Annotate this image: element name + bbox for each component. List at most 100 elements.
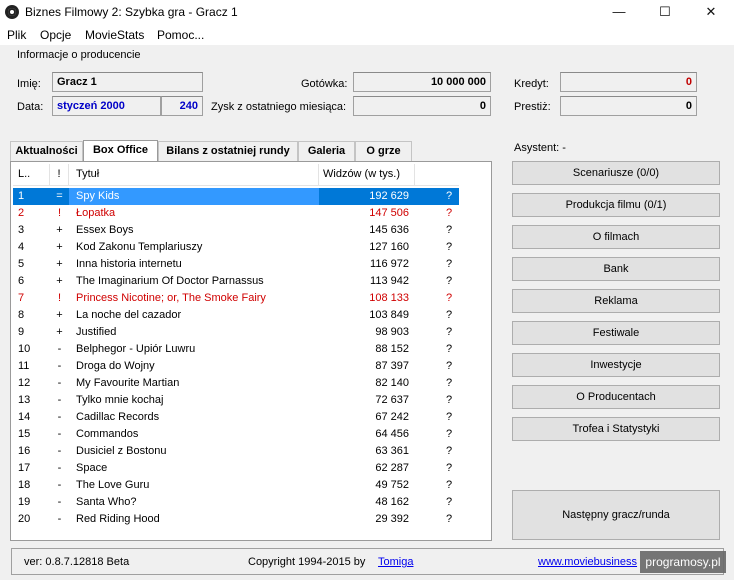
row-number: 18 xyxy=(18,479,31,491)
menu-plik[interactable]: Plik xyxy=(7,28,26,42)
festivals-button[interactable]: Festiwale xyxy=(512,321,720,345)
tab-galeria[interactable]: Galeria xyxy=(298,141,355,161)
row-number: 14 xyxy=(18,411,31,423)
table-row[interactable]: 10 - Belphegor - Upiór Luwru 88 152? xyxy=(13,341,459,358)
menu-moviestats[interactable]: MovieStats xyxy=(85,28,144,42)
about-films-button[interactable]: O filmach xyxy=(512,225,720,249)
table-row[interactable]: 19 - Santa Who? 48 162? xyxy=(13,494,459,511)
film-title: Tylko mnie kochaj xyxy=(76,394,164,406)
tab-aktualnosci[interactable]: Aktualności xyxy=(10,141,83,161)
viewers-count: 72 637 xyxy=(375,394,409,406)
film-title: Essex Boys xyxy=(76,224,134,236)
investments-button[interactable]: Inwestycje xyxy=(512,353,720,377)
table-row[interactable]: 8 + La noche del cazador 103 849? xyxy=(13,307,459,324)
row-number: 7 xyxy=(18,292,25,304)
table-row[interactable]: 11 - Droga do Wojny 87 397? xyxy=(13,358,459,375)
row-number: 5 xyxy=(18,258,25,270)
viewers-count: 48 162 xyxy=(375,496,409,508)
prestige-field: 0 xyxy=(560,96,697,116)
row-number: 11 xyxy=(18,360,30,372)
info-marker: ? xyxy=(445,343,453,355)
next-player-button[interactable]: Następny gracz/runda xyxy=(512,490,720,540)
assistant-label: Asystent: - xyxy=(514,142,566,154)
trend-marker: - xyxy=(57,496,62,508)
tab-o-grze[interactable]: O grze xyxy=(355,141,412,161)
about-producers-button[interactable]: O Producentach xyxy=(512,385,720,409)
trend-marker: ! xyxy=(57,207,62,219)
viewers-count: 116 972 xyxy=(370,258,409,270)
close-button[interactable]: ✕ xyxy=(688,0,734,25)
box-office-table[interactable]: L.. ! Tytuł Widzów (w tys.) 1 = Spy Kids 19… xyxy=(13,164,459,534)
table-row[interactable]: 4 + Kod Zakonu Templariuszy 127 160? xyxy=(13,239,459,256)
table-row[interactable]: 1 = Spy Kids 192 629? xyxy=(13,188,459,205)
column-header-info[interactable] xyxy=(415,164,459,186)
film-title: Droga do Wojny xyxy=(76,360,155,372)
menu-pomoc[interactable]: Pomoc... xyxy=(157,28,204,42)
scripts-button[interactable]: Scenariusze (0/0) xyxy=(512,161,720,185)
film-title: The Imaginarium Of Doctor Parnassus xyxy=(76,275,264,287)
viewers-count: 49 752 xyxy=(375,479,409,491)
row-number: 20 xyxy=(18,513,31,525)
info-marker: ? xyxy=(445,292,453,304)
column-header-views[interactable]: Widzów (w tys.) xyxy=(319,164,415,186)
trend-marker: - xyxy=(57,428,62,440)
viewers-count: 67 242 xyxy=(375,411,409,423)
info-marker: ? xyxy=(445,411,453,423)
film-title: Space xyxy=(76,462,108,474)
trend-marker: - xyxy=(57,445,62,457)
info-marker: ? xyxy=(445,445,453,457)
row-number: 15 xyxy=(18,428,31,440)
film-title: Kod Zakonu Templariuszy xyxy=(76,241,203,253)
film-title: Inna historia internetu xyxy=(76,258,182,270)
film-production-button[interactable]: Produkcja filmu (0/1) xyxy=(512,193,720,217)
table-row[interactable]: 2! Łopatka 147 506? xyxy=(13,205,459,222)
film-title: Santa Who? xyxy=(76,496,137,508)
table-blank-area xyxy=(459,164,489,538)
row-number: 10 xyxy=(18,343,31,355)
bank-button[interactable]: Bank xyxy=(512,257,720,281)
trend-marker: + xyxy=(56,258,63,270)
table-row[interactable]: 3 + Essex Boys 145 636? xyxy=(13,222,459,239)
table-row[interactable]: 5 + Inna historia internetu 116 972? xyxy=(13,256,459,273)
minimize-button[interactable]: — xyxy=(596,0,642,25)
film-title: Łopatka xyxy=(76,207,116,219)
trophies-stats-button[interactable]: Trofea i Statystyki xyxy=(512,417,720,441)
table-row[interactable]: 13 - Tylko mnie kochaj 72 637? xyxy=(13,392,459,409)
table-row[interactable]: 9 + Justified 98 903? xyxy=(13,324,459,341)
info-marker: ? xyxy=(445,360,453,372)
column-header-mark[interactable]: ! xyxy=(50,164,69,186)
table-row[interactable]: 6 + The Imaginarium Of Doctor Parnassus 113… xyxy=(13,273,459,290)
tab-bilans[interactable]: Bilans z ostatniej rundy xyxy=(158,141,298,161)
trend-marker: + xyxy=(56,241,63,253)
cash-label: Gotówka: xyxy=(301,78,348,90)
table-row[interactable]: 14 - Cadillac Records 67 242? xyxy=(13,409,459,426)
tab-box-office[interactable]: Box Office xyxy=(83,140,158,162)
title-bar: Biznes Filmowy 2: Szybka gra - Gracz 1 —… xyxy=(0,0,734,25)
author-link[interactable]: Tomiga xyxy=(378,556,413,568)
row-number: 19 xyxy=(18,496,31,508)
table-row[interactable]: 15 - Commandos 64 456? xyxy=(13,426,459,443)
table-row[interactable]: 7! Princess Nicotine; or, The Smoke Fairy… xyxy=(13,290,459,307)
viewers-count: 29 392 xyxy=(375,513,409,525)
table-row[interactable]: 18 - The Love Guru 49 752? xyxy=(13,477,459,494)
table-row[interactable]: 17 - Space 62 287? xyxy=(13,460,459,477)
trend-marker: - xyxy=(57,377,62,389)
info-marker: ? xyxy=(445,326,453,338)
date-number-field: 240 xyxy=(161,96,203,116)
film-title: The Love Guru xyxy=(76,479,150,491)
info-marker: ? xyxy=(445,496,453,508)
film-title: Spy Kids xyxy=(69,188,319,205)
viewers-count: 192 629 xyxy=(369,190,409,202)
advertising-button[interactable]: Reklama xyxy=(512,289,720,313)
menu-opcje[interactable]: Opcje xyxy=(40,28,71,42)
maximize-button[interactable]: ☐ xyxy=(642,0,688,25)
table-row[interactable]: 12 - My Favourite Martian 82 140? xyxy=(13,375,459,392)
column-header-title[interactable]: Tytuł xyxy=(69,164,319,186)
table-row[interactable]: 16 - Dusiciel z Bostonu 63 361? xyxy=(13,443,459,460)
table-row[interactable]: 20 - Red Riding Hood 29 392? xyxy=(13,511,459,528)
column-header-lp[interactable]: L.. xyxy=(13,164,50,186)
viewers-count: 63 361 xyxy=(375,445,409,457)
trend-marker: = xyxy=(56,190,63,202)
website-link[interactable]: www.moviebusiness xyxy=(538,556,637,568)
trend-marker: - xyxy=(57,479,62,491)
